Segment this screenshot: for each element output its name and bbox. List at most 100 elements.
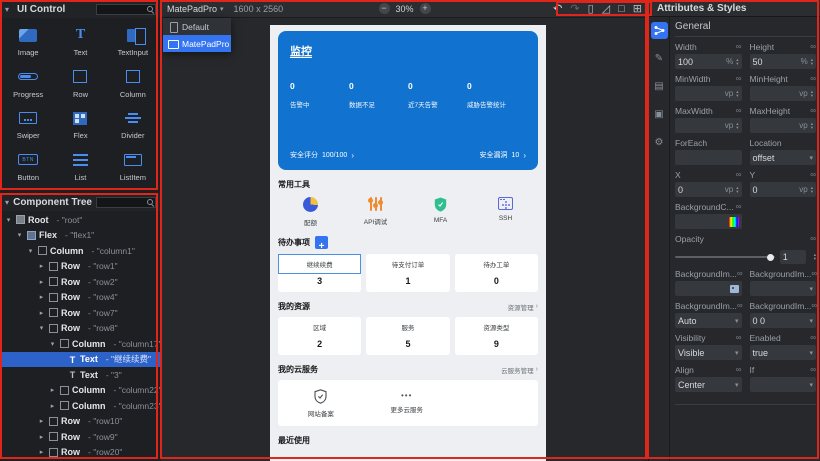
todo-card-orders[interactable]: 待支付订单 1 xyxy=(366,254,450,292)
link-icon[interactable]: ∞ xyxy=(736,202,742,211)
rotate-device-icon[interactable]: ▯ xyxy=(588,1,594,17)
chevron-right-icon[interactable]: ▸ xyxy=(37,417,46,425)
link-icon[interactable]: ∞ xyxy=(810,106,816,115)
cloud-item-website-filing[interactable]: 网站备案 xyxy=(278,388,364,418)
stepper-icon[interactable]: ▴ ▾ xyxy=(811,185,813,194)
control-divider[interactable]: Divider xyxy=(107,104,159,146)
security-score-link[interactable]: 安全评分 100/100 › xyxy=(290,150,354,160)
width-input[interactable]: 100% ▴ ▾ xyxy=(675,54,742,69)
link-icon[interactable]: ∞ xyxy=(810,234,816,243)
ui-control-search-input[interactable] xyxy=(97,4,146,14)
menu-item-matepadpro[interactable]: MatePadPro xyxy=(163,35,231,52)
height-input[interactable]: 50% ▴ ▾ xyxy=(749,54,816,69)
ui-control-search[interactable] xyxy=(96,3,156,15)
stepper-icon[interactable]: ▴ ▾ xyxy=(736,185,738,194)
align-select[interactable]: Center ▾ xyxy=(675,377,742,392)
link-icon[interactable]: ∞ xyxy=(736,106,742,115)
security-vuln-link[interactable]: 安全漏洞 10 › xyxy=(480,150,526,160)
tree-node-row2[interactable]: ▸ Row - "row2" xyxy=(0,274,161,290)
image-picker-icon[interactable] xyxy=(729,284,739,293)
control-column[interactable]: Column xyxy=(107,63,159,105)
control-swiper[interactable]: Swiper xyxy=(2,104,54,146)
tree-node-root[interactable]: ▾ Root - "root" xyxy=(0,212,161,228)
opacity-input[interactable]: 1 xyxy=(779,250,806,264)
control-flex[interactable]: Flex xyxy=(54,104,106,146)
border-frame-icon[interactable]: □ xyxy=(618,1,625,17)
chevron-down-icon[interactable]: ▾ xyxy=(4,216,13,224)
component-tree-search-input[interactable] xyxy=(97,197,146,207)
tree-node-row10[interactable]: ▸ Row - "row10" xyxy=(0,414,161,430)
settings-gear-icon[interactable]: ⚙ xyxy=(651,134,668,151)
monitor-card[interactable]: 监控 0 告警中 0 数据不足 0 近7天告警 0 威胁告警统计 安全评分 100/100… xyxy=(278,31,538,170)
tree-node-row9[interactable]: ▸ Row - "row9" xyxy=(0,429,161,445)
collapse-chevron-icon[interactable]: ▾ xyxy=(5,198,9,207)
tool-api-debug[interactable]: API调试 xyxy=(343,197,408,227)
resource-card-types[interactable]: 资源类型 9 xyxy=(454,317,538,355)
scale-icon[interactable]: ◿ xyxy=(602,1,610,17)
maxheight-input[interactable]: vp ▴ ▾ xyxy=(749,118,816,133)
tool-mfa[interactable]: MFA xyxy=(408,197,473,227)
link-icon[interactable]: ∞ xyxy=(810,365,816,374)
tree-node-row20[interactable]: ▸ Row - "row20" xyxy=(0,445,161,461)
control-progress[interactable]: Progress xyxy=(2,63,54,105)
link-icon[interactable]: ∞ xyxy=(736,365,742,374)
tool-quota[interactable]: 配额 xyxy=(278,197,343,227)
tree-node-row1[interactable]: ▸ Row - "row1" xyxy=(0,259,161,275)
frame-icon[interactable]: ▣ xyxy=(651,106,668,123)
collapse-chevron-icon[interactable]: ▾ xyxy=(5,5,13,14)
cloud-item-more[interactable]: ••• 更多云服务 xyxy=(364,392,450,415)
chevron-right-icon[interactable]: ▸ xyxy=(37,448,46,456)
y-input[interactable]: 0 vp ▴ ▾ xyxy=(749,182,816,197)
tree-node-text-selected[interactable]: Text- "继续续费" xyxy=(0,351,161,367)
link-icon[interactable]: ∞ xyxy=(736,170,742,179)
chevron-right-icon[interactable]: ▸ xyxy=(37,309,46,317)
redo-icon[interactable]: ↷ xyxy=(570,1,579,17)
stepper-icon[interactable]: ▴ ▾ xyxy=(811,57,813,66)
tree-node-row8[interactable]: ▾ Row - "row8" xyxy=(0,321,161,337)
resource-card-services[interactable]: 服务 5 xyxy=(366,317,450,355)
background-image-input[interactable] xyxy=(675,281,742,296)
maxwidth-input[interactable]: vp ▴ ▾ xyxy=(675,118,742,133)
link-icon[interactable]: ∞ xyxy=(810,333,816,342)
stepper-icon[interactable]: ▴ ▾ xyxy=(811,121,813,130)
opacity-slider[interactable] xyxy=(675,253,775,261)
chevron-right-icon[interactable]: ▸ xyxy=(37,278,46,286)
stepper-icon[interactable]: ▴ ▾ xyxy=(814,253,816,261)
link-icon[interactable]: ∞ xyxy=(737,269,743,278)
cloud-service-management-link[interactable]: 云服务管理 › xyxy=(501,365,538,375)
link-icon[interactable]: ∞ xyxy=(810,170,816,179)
link-icon[interactable]: ∞ xyxy=(736,74,742,83)
control-button[interactable]: Button xyxy=(2,146,54,188)
link-icon[interactable]: ∞ xyxy=(736,42,742,51)
move-handle-icon[interactable] xyxy=(315,236,328,249)
x-input[interactable]: 0 vp ▴ ▾ xyxy=(675,182,742,197)
chevron-right-icon[interactable]: ▸ xyxy=(48,386,57,394)
attributes-general-icon[interactable] xyxy=(650,22,668,39)
todo-card-tickets[interactable]: 待办工单 0 xyxy=(454,254,538,292)
component-tree-search[interactable] xyxy=(96,196,156,208)
control-listitem[interactable]: ListItem xyxy=(107,146,159,188)
control-list[interactable]: List xyxy=(54,146,106,188)
chevron-down-icon[interactable]: ▾ xyxy=(48,340,57,348)
chevron-down-icon[interactable]: ▾ xyxy=(37,324,46,332)
location-select[interactable]: offset ▾ xyxy=(749,150,816,165)
menu-item-default[interactable]: Default xyxy=(163,18,231,35)
tool-ssh[interactable]: SSH xyxy=(473,197,538,227)
link-icon[interactable]: ∞ xyxy=(810,74,816,83)
tree-node-column23[interactable]: ▸ Column - "column23" xyxy=(0,398,161,414)
chevron-right-icon[interactable]: ▸ xyxy=(37,433,46,441)
chevron-down-icon[interactable]: ▾ xyxy=(15,231,24,239)
todo-card-renewal[interactable]: 继续续费 3 xyxy=(278,254,362,292)
styles-brush-icon[interactable]: ✎ xyxy=(651,50,668,67)
stepper-icon[interactable]: ▴ ▾ xyxy=(736,57,738,66)
tree-node-column17[interactable]: ▾ Column - "column17" xyxy=(0,336,161,352)
background-image-repeat-select[interactable]: ▾ xyxy=(749,281,816,296)
background-image-size-select[interactable]: Auto ▾ xyxy=(675,313,742,328)
background-image-position-select[interactable]: 0 0 ▾ xyxy=(749,313,816,328)
control-row[interactable]: Row xyxy=(54,63,106,105)
chevron-right-icon[interactable]: ▸ xyxy=(37,293,46,301)
foreach-input[interactable] xyxy=(675,150,742,165)
control-text[interactable]: Text xyxy=(54,21,106,63)
stepper-icon[interactable]: ▴ ▾ xyxy=(736,121,738,130)
link-icon[interactable]: ∞ xyxy=(810,42,816,51)
